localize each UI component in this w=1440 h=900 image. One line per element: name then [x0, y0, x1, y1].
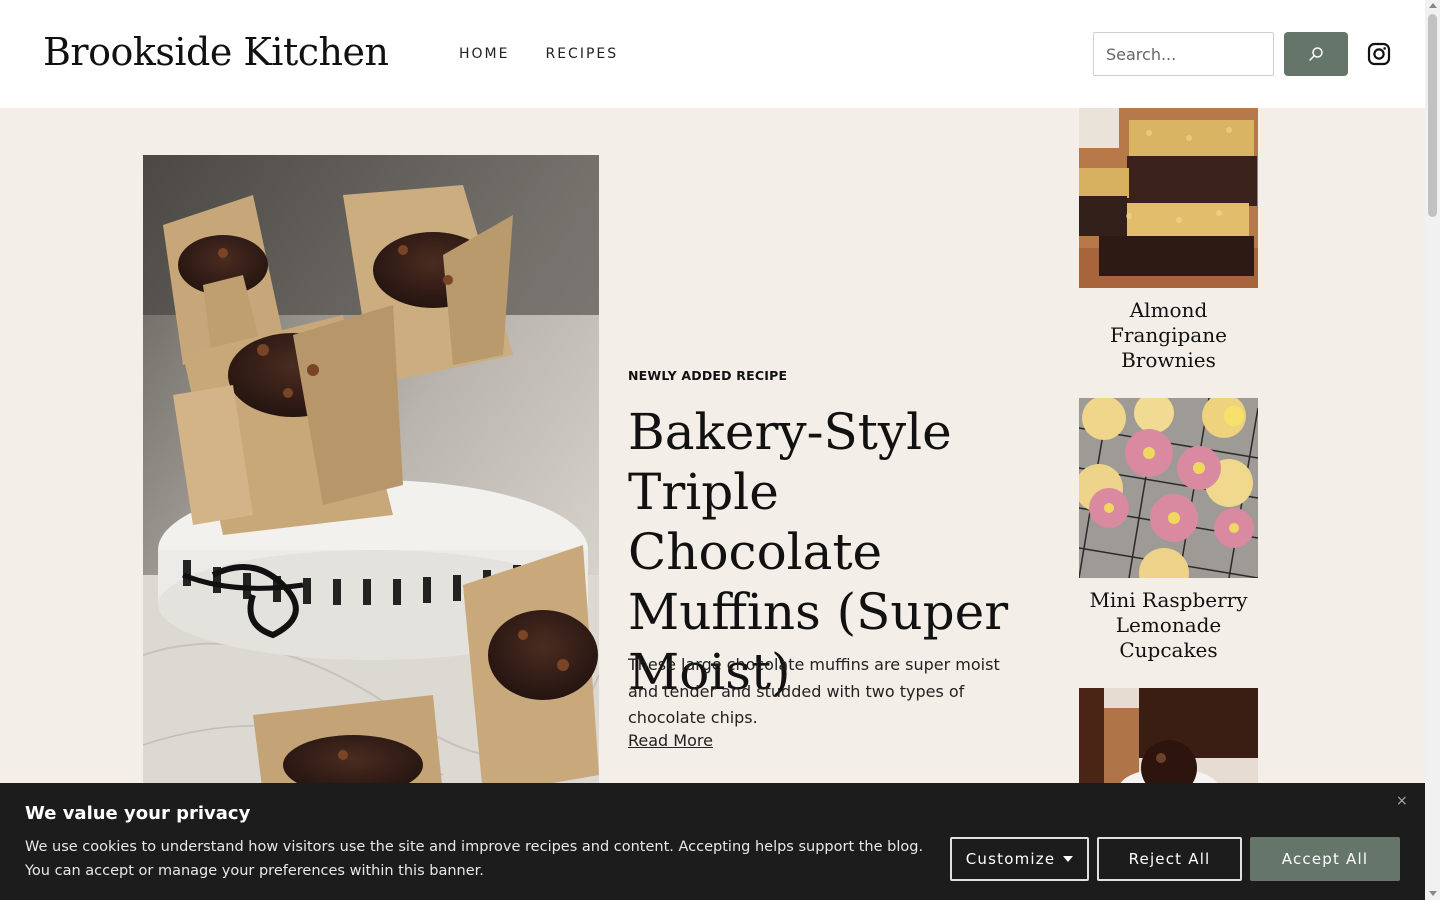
scroll-up-arrow-icon[interactable]	[1429, 3, 1437, 8]
search-icon	[1309, 47, 1323, 61]
main-nav: HOME RECIPES	[459, 46, 618, 62]
customize-button[interactable]: Customize	[950, 837, 1089, 881]
cupcakes-card-image[interactable]	[1079, 398, 1258, 578]
chevron-down-icon	[1063, 856, 1074, 862]
featured-recipe-image[interactable]	[143, 155, 599, 795]
cookie-text: We use cookies to understand how visitor…	[25, 839, 924, 879]
site-logo[interactable]: Brookside Kitchen	[43, 30, 389, 74]
feature-description: These large chocolate muffins are super …	[628, 655, 1000, 727]
reject-label: Reject All	[1128, 850, 1211, 868]
nav-recipes[interactable]: RECIPES	[545, 46, 618, 62]
brownies-card-image[interactable]	[1079, 108, 1258, 288]
nav-home[interactable]: HOME	[459, 46, 509, 62]
page-scrollbar[interactable]	[1425, 0, 1440, 900]
cookie-title: We value your privacy	[25, 803, 251, 824]
close-icon[interactable]: ×	[1396, 793, 1408, 809]
scroll-down-arrow-icon[interactable]	[1429, 891, 1437, 896]
reject-all-button[interactable]: Reject All	[1097, 837, 1242, 881]
accept-all-button[interactable]: Accept All	[1250, 837, 1400, 881]
instagram-icon[interactable]	[1366, 41, 1392, 67]
card-title-brownies[interactable]: Almond Frangipane Brownies	[1079, 298, 1258, 373]
customize-label: Customize	[965, 850, 1056, 868]
search-button[interactable]	[1284, 32, 1348, 76]
feature-kicker: NEWLY ADDED RECIPE	[628, 368, 788, 383]
cookie-banner: We value your privacy We use cookies to …	[0, 783, 1425, 900]
card-title-cupcakes[interactable]: Mini Raspberry Lemonade Cupcakes	[1079, 588, 1258, 663]
read-more-link[interactable]: Read More	[628, 731, 713, 750]
site-header: Brookside Kitchen HOME RECIPES	[0, 0, 1425, 108]
search-input[interactable]	[1093, 32, 1274, 76]
accept-label: Accept All	[1281, 850, 1369, 868]
scrollbar-thumb[interactable]	[1428, 14, 1437, 217]
